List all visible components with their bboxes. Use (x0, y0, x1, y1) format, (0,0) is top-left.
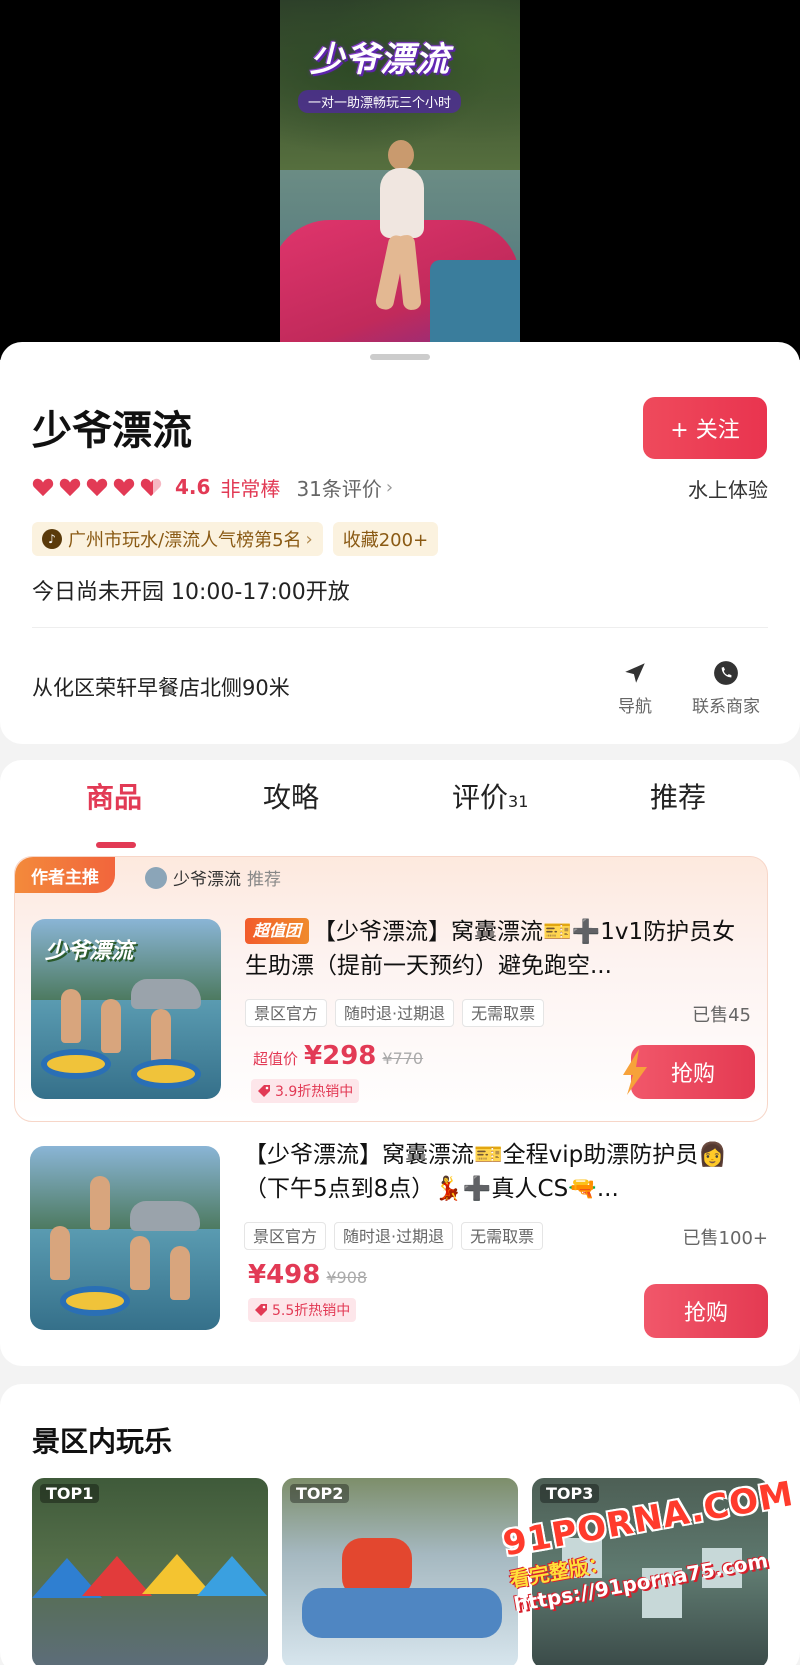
tag-no-ticket: 无需取票 (461, 1222, 544, 1250)
shop-avatar (145, 866, 167, 889)
tag-icon (255, 1304, 267, 1316)
divider (32, 627, 768, 628)
product-thumbnail[interactable]: 少爷漂流 (31, 919, 221, 1099)
opening-hours: 今日尚未开园 10:00-17:00开放 (32, 580, 350, 605)
rank-badge-label: 广州市玩水/漂流人气榜第5名 (68, 530, 302, 551)
heart-icon (32, 478, 54, 497)
price: ¥298 (304, 1041, 377, 1071)
tag-refund: 随时退·过期退 (335, 999, 455, 1027)
douyin-icon: ♪ (42, 529, 62, 549)
phone-icon (714, 661, 738, 685)
price: ¥498 (248, 1260, 321, 1290)
chevron-right-icon: › (385, 476, 394, 498)
tag-refund: 随时退·过期退 (334, 1222, 454, 1250)
tag-official: 景区官方 (244, 1222, 327, 1250)
tag-icon (258, 1085, 270, 1097)
original-price: ¥908 (326, 1268, 368, 1287)
video-subtitle: 一对一助漂畅玩三个小时 (298, 90, 462, 113)
tag-no-ticket: 无需取票 (462, 999, 545, 1027)
video-person (370, 140, 430, 312)
thumbnail-title: 少爷漂流 (45, 939, 134, 964)
navigation-button[interactable]: 导航 (618, 660, 652, 717)
products-card: 商品 攻略 评价31 推荐 作者主推 少爷漂流 推荐 少爷漂流 超值团 【少爷漂流… (0, 760, 800, 1366)
tab-bar: 商品 攻略 评价31 推荐 (0, 776, 800, 848)
fav-badge: 收藏200+ (332, 522, 439, 556)
super-deal-tag: 超值团 (245, 918, 310, 944)
tab-guides[interactable]: 攻略 (263, 776, 319, 816)
tab-reviews-count: 31 (508, 792, 529, 811)
heart-icon (59, 478, 81, 497)
featured-product-card[interactable]: 作者主推 少爷漂流 推荐 少爷漂流 超值团 【少爷漂流】窝囊漂流🎫➕1v1防护员女… (14, 856, 768, 1122)
pick-shop-name: 少爷漂流 (173, 870, 241, 890)
activity-tile[interactable]: TOP2 (282, 1478, 518, 1665)
top-rank-label: TOP3 (540, 1484, 600, 1503)
product-title: 【少爷漂流】窝囊漂流🎫全程vip助漂防护员👩（下午5点到8点）💃➕真人CS🔫..… (244, 1142, 727, 1202)
address[interactable]: 从化区荣轩早餐店北侧90米 (32, 672, 290, 702)
place-name: 少爷漂流 (32, 408, 192, 454)
active-tab-indicator (96, 842, 136, 848)
buy-button[interactable]: 抢购 (644, 1284, 768, 1338)
video-title: 少爷漂流 (310, 40, 450, 80)
activity-tile[interactable]: TOP1 (32, 1478, 268, 1665)
author-pick-label: 作者主推 (15, 857, 115, 893)
rating-score: 4.6 (175, 475, 211, 499)
tag-official: 景区官方 (245, 999, 328, 1027)
discount-badge: 3.9折热销中 (251, 1079, 360, 1103)
price-label: 超值价 (253, 1050, 299, 1068)
tab-reviews[interactable]: 评价31 (452, 776, 528, 816)
discount-badge: 5.5折热销中 (248, 1298, 357, 1322)
heart-icon (86, 478, 108, 497)
chevron-right-icon: › (305, 528, 313, 550)
buy-button[interactable]: 抢购 (623, 1045, 755, 1099)
section-title: 景区内玩乐 (32, 1425, 173, 1458)
follow-button[interactable]: + 关注 (643, 397, 767, 459)
rank-badge[interactable]: ♪ 广州市玩水/漂流人气榜第5名 › (32, 522, 323, 556)
navigation-label: 导航 (618, 697, 652, 717)
tab-recommend[interactable]: 推荐 (650, 776, 706, 816)
price-line: ¥498 ¥908 (248, 1260, 367, 1290)
sold-count: 已售100+ (682, 1228, 768, 1249)
review-count-link[interactable]: 31条评价 (296, 473, 381, 502)
navigation-arrow-icon (625, 663, 645, 683)
original-price: ¥770 (382, 1049, 424, 1068)
heart-half-icon (140, 478, 162, 497)
contact-merchant-label: 联系商家 (692, 697, 760, 717)
product-tags: 景区官方 随时退·过期退 无需取票 (244, 1222, 544, 1250)
drag-handle[interactable] (370, 354, 430, 360)
pick-recommend-label: 推荐 (247, 870, 281, 890)
category-tag: 水上体验 (688, 478, 768, 502)
rating-word: 非常棒 (220, 476, 281, 501)
pick-shop: 少爷漂流 推荐 (145, 865, 281, 890)
product-thumbnail[interactable] (30, 1146, 220, 1330)
top-rank-label: TOP2 (290, 1484, 350, 1503)
product-title: 超值团 【少爷漂流】窝囊漂流🎫➕1v1防护员女生助漂（提前一天预约）避免跑空... (245, 918, 736, 979)
sold-count: 已售45 (692, 1005, 751, 1026)
contact-merchant-button[interactable]: 联系商家 (692, 660, 760, 717)
video-frame[interactable]: 少爷漂流 一对一助漂畅玩三个小时 (280, 0, 520, 360)
top-rank-label: TOP1 (40, 1484, 100, 1503)
price-line: 超值价 ¥298 ¥770 (253, 1041, 423, 1071)
tab-products[interactable]: 商品 (86, 776, 142, 816)
product-tags: 景区官方 随时退·过期退 无需取票 (245, 999, 545, 1027)
lightning-icon (623, 1049, 647, 1095)
place-info-card: 少爷漂流 + 关注 4.6 非常棒 31条评价 › 水上体验 ♪ 广州市玩水/漂… (0, 342, 800, 744)
badges-row: ♪ 广州市玩水/漂流人气榜第5名 › 收藏200+ (32, 522, 439, 556)
heart-icon (113, 478, 135, 497)
rating-row[interactable]: 4.6 非常棒 31条评价 › (32, 472, 393, 502)
video-player[interactable]: 少爷漂流 一对一助漂畅玩三个小时 (0, 0, 800, 360)
